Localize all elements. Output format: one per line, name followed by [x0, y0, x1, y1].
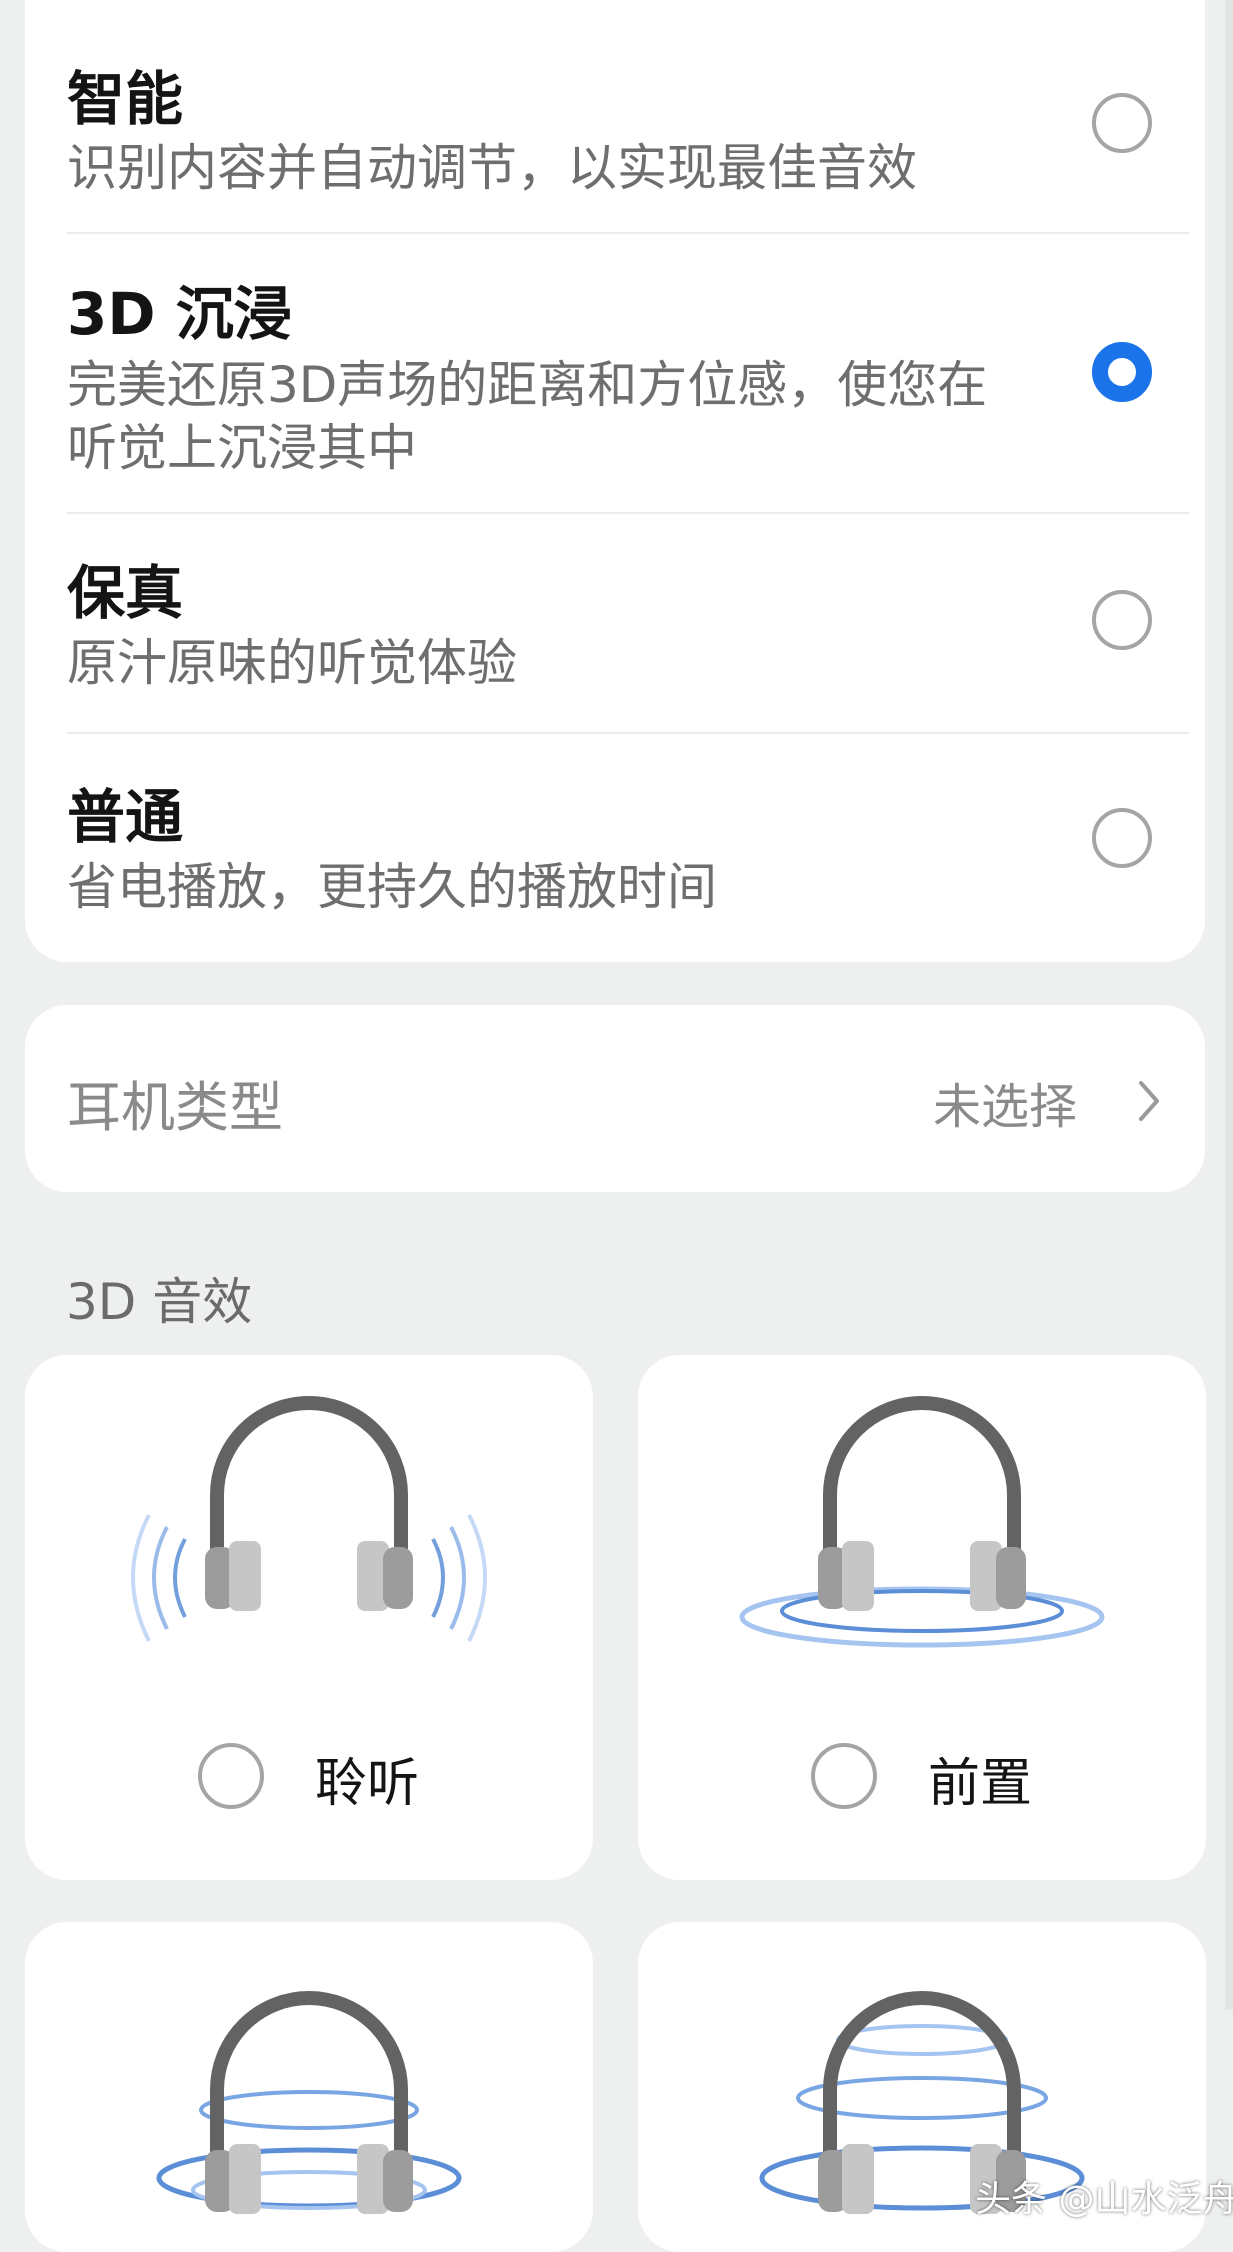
radio-hifi[interactable]: [1092, 590, 1152, 650]
mode-option-3d-immersive[interactable]: 3D 沉浸 完美还原3D声场的距离和方位感，使您在听觉上沉浸其中: [25, 234, 1205, 512]
effect-tile-listen[interactable]: 聆听: [25, 1355, 593, 1880]
mode-title: 普通: [67, 783, 184, 851]
mode-title: 3D 沉浸: [67, 280, 292, 348]
scrollbar[interactable]: [1225, 0, 1233, 2010]
mode-description: 识别内容并自动调节，以实现最佳音效: [67, 139, 917, 197]
radio-listen[interactable]: [198, 1743, 264, 1809]
section-title-3d-effects: 3D 音效: [66, 1273, 253, 1331]
mode-description: 完美还原3D声场的距离和方位感，使您在听觉上沉浸其中: [67, 356, 988, 477]
effect-label: 前置: [928, 1754, 1033, 1814]
mode-option-hifi[interactable]: 保真 原汁原味的听觉体验: [25, 514, 1205, 732]
watermark-text: 头条 @山水泛舟: [975, 2179, 1233, 2220]
radio-3d-immersive[interactable]: [1092, 342, 1152, 402]
effect-tile-front[interactable]: 前置: [638, 1355, 1206, 1880]
headphones-front-icon: [739, 1396, 1105, 1648]
headphone-type-row[interactable]: 耳机类型 未选择: [25, 1005, 1205, 1192]
headphone-type-label: 耳机类型: [67, 1076, 283, 1139]
mode-description: 原汁原味的听觉体验: [67, 634, 517, 692]
effect-tile-3[interactable]: [25, 1922, 593, 2252]
radio-front[interactable]: [811, 1743, 877, 1809]
sound-mode-card: 智能 识别内容并自动调节，以实现最佳音效 3D 沉浸 完美还原3D声场的距离和方…: [25, 0, 1205, 962]
mode-option-normal[interactable]: 普通 省电播放，更持久的播放时间: [25, 734, 1205, 962]
chevron-right-icon: [1139, 1081, 1159, 1121]
headphone-type-value: 未选择: [932, 1079, 1077, 1135]
radio-smart[interactable]: [1092, 93, 1152, 153]
mode-title: 智能: [67, 65, 184, 133]
mode-description: 省电播放，更持久的播放时间: [67, 858, 717, 916]
mode-title: 保真: [67, 559, 184, 627]
headphones-surround-icon: [156, 1991, 462, 2214]
headphones-listen-icon: [131, 1396, 487, 1642]
mode-option-smart[interactable]: 智能 识别内容并自动调节，以实现最佳音效: [25, 0, 1205, 232]
effect-label: 聆听: [315, 1754, 420, 1814]
radio-normal[interactable]: [1092, 808, 1152, 868]
